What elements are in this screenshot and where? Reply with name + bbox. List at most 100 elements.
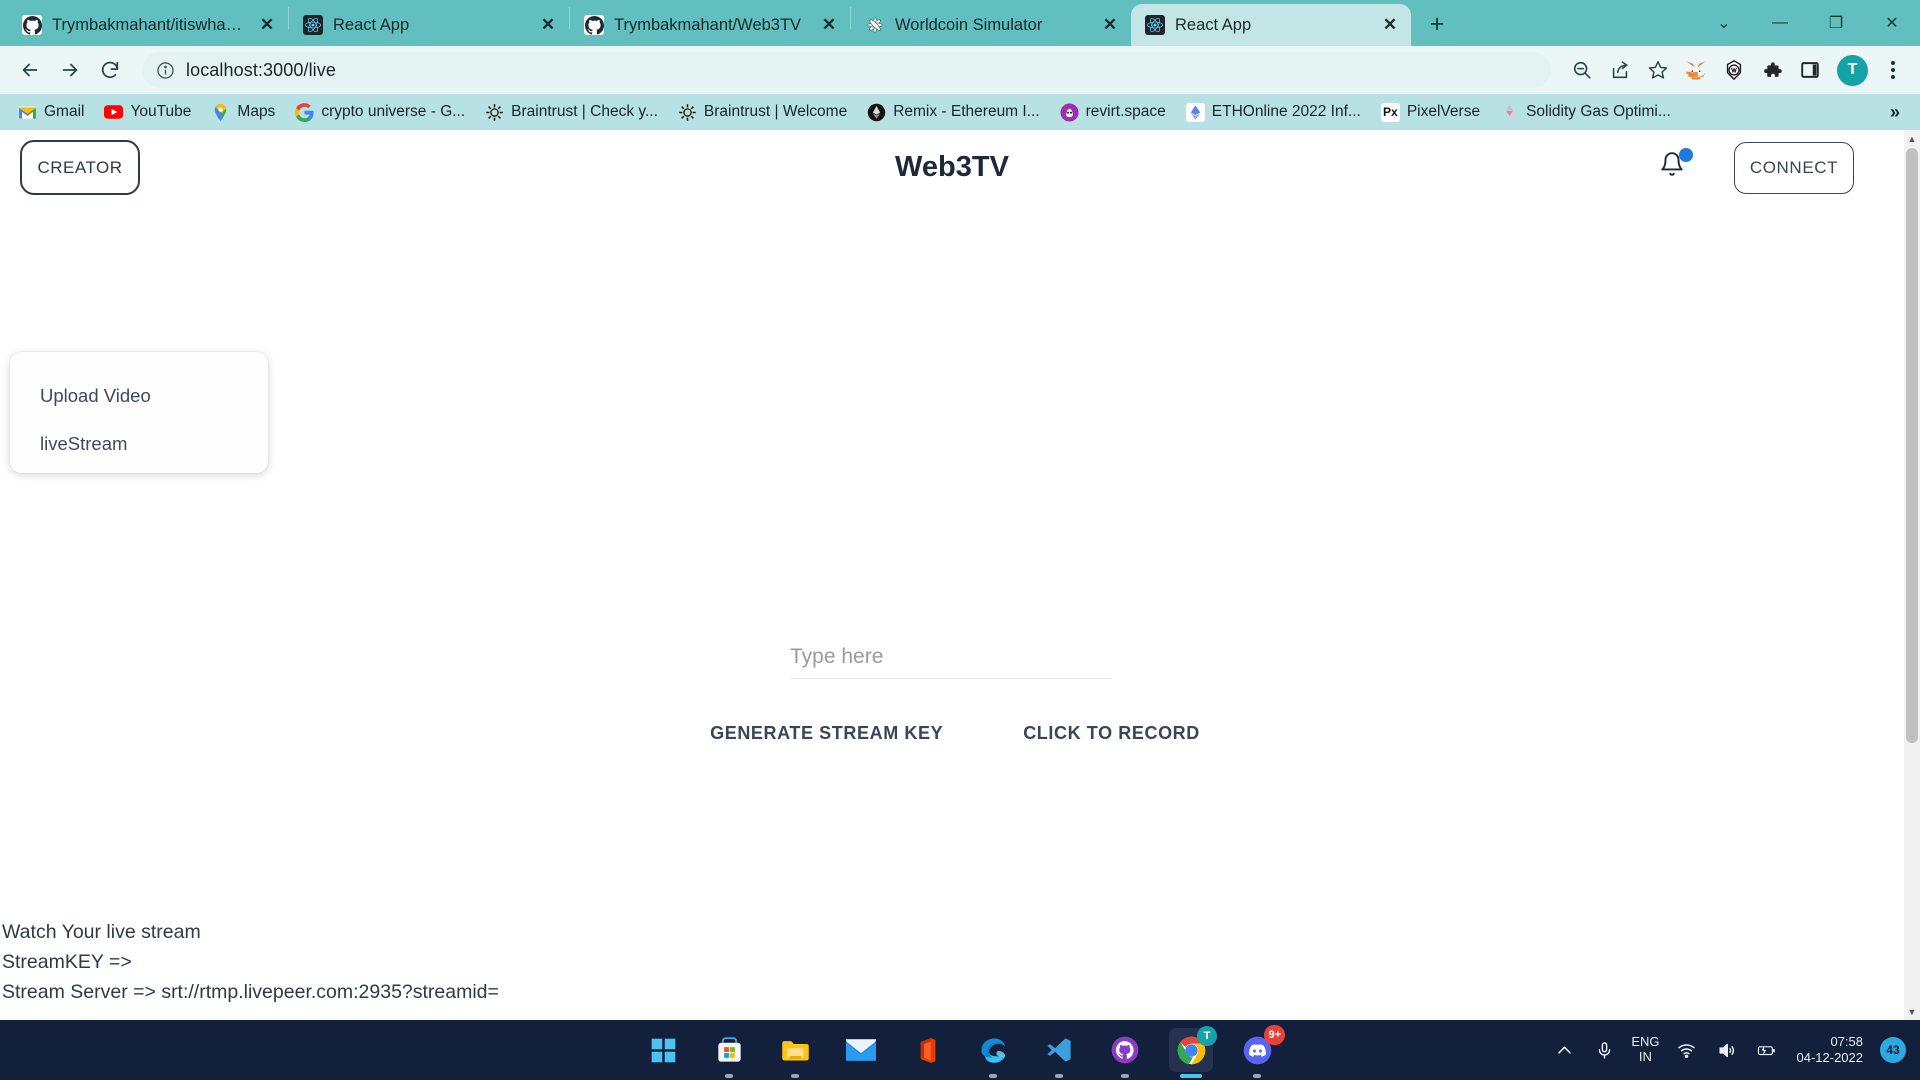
clock[interactable]: 07:58 04-12-2022: [1797, 1034, 1864, 1067]
worldcoin-ext-icon[interactable]: [1717, 53, 1751, 87]
browser-tab[interactable]: Trymbakmahant/itiswhatitis ✕: [8, 4, 288, 46]
forward-arrow-icon[interactable]: [52, 52, 88, 88]
kebab-menu-icon[interactable]: [1878, 61, 1908, 79]
microsoft-store-icon[interactable]: [707, 1028, 751, 1078]
stream-server-text: Stream Server => srt://rtmp.livepeer.com…: [2, 981, 499, 1004]
bookmark-item[interactable]: Braintrust | Welcome: [670, 100, 855, 125]
bookmark-label: Solidity Gas Optimi...: [1526, 103, 1671, 120]
bookmark-item[interactable]: YouTube: [96, 100, 199, 125]
bookmark-item[interactable]: Braintrust | Check y...: [477, 100, 666, 125]
stream-key-text: StreamKEY =>: [2, 951, 132, 974]
mail-icon[interactable]: [839, 1028, 883, 1072]
browser-tab[interactable]: React App ✕: [289, 4, 569, 46]
address-bar[interactable]: localhost:3000/live: [142, 52, 1551, 88]
bookmark-item[interactable]: Remix - Ethereum I...: [859, 100, 1047, 125]
notifications-button[interactable]: [1659, 147, 1693, 185]
bookmark-item[interactable]: Solidity Gas Optimi...: [1492, 100, 1679, 125]
language-indicator[interactable]: ENG IN: [1631, 1034, 1660, 1065]
active-indicator: [1180, 1074, 1202, 1078]
bookmark-label: crypto universe - G...: [321, 103, 466, 120]
tab-strip: Trymbakmahant/itiswhatitis ✕ React App ✕…: [0, 0, 1920, 46]
github-icon: [22, 15, 42, 35]
clock-date: 04-12-2022: [1796, 1050, 1864, 1065]
running-indicator: [1055, 1074, 1063, 1078]
metamask-icon[interactable]: [1679, 53, 1713, 87]
scroll-down-arrow-icon[interactable]: ▼: [1904, 1003, 1920, 1020]
bookmark-label: ETHOnline 2022 Inf...: [1211, 103, 1361, 120]
revirt-icon: [1060, 102, 1079, 122]
github-icon: [584, 15, 604, 35]
click-to-record-button[interactable]: CLICK TO RECORD: [1013, 715, 1210, 752]
close-icon[interactable]: ✕: [256, 14, 278, 36]
chevron-up-icon[interactable]: [1551, 1037, 1578, 1064]
running-indicator: [1253, 1074, 1261, 1078]
browser-tab[interactable]: Trymbakmahant/Web3TV ✕: [570, 4, 850, 46]
close-window-icon[interactable]: ✕: [1864, 0, 1920, 46]
profile-avatar[interactable]: T: [1837, 54, 1868, 86]
file-explorer-icon[interactable]: [773, 1028, 817, 1078]
bookmark-item[interactable]: Px PixelVerse: [1373, 100, 1488, 125]
reload-icon[interactable]: [92, 52, 128, 88]
close-icon[interactable]: ✕: [1099, 14, 1121, 36]
bookmark-item[interactable]: revirt.space: [1052, 100, 1174, 125]
office-icon[interactable]: [905, 1028, 949, 1072]
edge-icon[interactable]: [971, 1028, 1015, 1078]
close-icon[interactable]: ✕: [818, 14, 840, 36]
browser-tab[interactable]: Worldcoin Simulator ✕: [851, 4, 1131, 46]
url-text: localhost:3000/live: [186, 59, 336, 80]
bookmark-item[interactable]: ETHOnline 2022 Inf...: [1178, 100, 1369, 125]
battery-charging-icon[interactable]: [1753, 1037, 1780, 1064]
wifi-icon[interactable]: [1673, 1037, 1700, 1064]
notification-count-badge[interactable]: 43: [1880, 1037, 1906, 1063]
minimize-icon[interactable]: —: [1752, 0, 1808, 46]
menu-item-upload-video[interactable]: Upload Video: [10, 372, 268, 420]
info-icon[interactable]: [156, 61, 175, 80]
restore-down-icon[interactable]: ⌄: [1696, 0, 1752, 46]
menu-item-livestream[interactable]: liveStream: [10, 420, 268, 468]
maximize-icon[interactable]: ❐: [1808, 0, 1864, 46]
discord-icon[interactable]: 9+: [1235, 1025, 1285, 1078]
watch-live-stream-heading: Watch Your live stream: [2, 921, 201, 944]
language-primary: ENG: [1631, 1034, 1660, 1050]
share-icon[interactable]: [1603, 53, 1637, 87]
puzzle-icon[interactable]: [1755, 53, 1789, 87]
scrollbar-thumb[interactable]: [1906, 148, 1918, 743]
language-secondary: IN: [1638, 1049, 1652, 1064]
bookmark-item[interactable]: Gmail: [10, 100, 92, 125]
braintrust-icon: [485, 103, 504, 122]
start-windows-icon[interactable]: [641, 1028, 685, 1072]
bookmark-item[interactable]: Maps: [203, 100, 283, 125]
github-desktop-icon[interactable]: [1103, 1028, 1147, 1078]
creator-button[interactable]: CREATOR: [20, 140, 140, 195]
stream-info-panel: Watch Your live stream StreamKEY => Stre…: [0, 918, 1904, 1008]
browser-toolbar: localhost:3000/live T: [0, 46, 1920, 94]
chrome-icon[interactable]: T: [1169, 1026, 1217, 1078]
new-tab-button[interactable]: +: [1419, 6, 1455, 42]
back-arrow-icon[interactable]: [12, 52, 48, 88]
close-icon[interactable]: ✕: [537, 14, 559, 36]
vscode-icon[interactable]: [1037, 1028, 1081, 1078]
close-icon[interactable]: ✕: [1379, 14, 1401, 36]
stream-name-input[interactable]: [790, 635, 1112, 679]
running-indicator: [1121, 1074, 1129, 1078]
zoom-out-icon[interactable]: [1565, 53, 1599, 87]
bookmark-item[interactable]: crypto universe - G...: [287, 100, 473, 125]
page-title: Web3TV: [895, 151, 1009, 183]
bookmarks-overflow-button[interactable]: »: [1880, 102, 1910, 123]
star-icon[interactable]: [1641, 53, 1675, 87]
running-indicator: [725, 1074, 733, 1078]
scroll-up-arrow-icon[interactable]: ▲: [1904, 130, 1920, 147]
sidepanel-icon[interactable]: [1793, 53, 1827, 87]
browser-tab-active[interactable]: React App ✕: [1131, 4, 1411, 46]
tab-title: React App: [1175, 15, 1252, 34]
tab-title: Trymbakmahant/itiswhatitis: [52, 15, 246, 34]
generate-stream-key-button[interactable]: GENERATE STREAM KEY: [700, 715, 953, 752]
page-scrollbar[interactable]: ▲ ▼: [1904, 130, 1920, 1020]
speaker-icon[interactable]: [1713, 1037, 1740, 1064]
connect-wallet-button[interactable]: CONNECT: [1734, 141, 1854, 194]
bookmark-label: PixelVerse: [1406, 103, 1481, 120]
taskbar-apps: T 9+: [641, 1025, 1285, 1078]
browser-window: Trymbakmahant/itiswhatitis ✕ React App ✕…: [0, 0, 1920, 1020]
pixelverse-icon: Px: [1380, 102, 1400, 122]
microphone-icon[interactable]: [1591, 1037, 1618, 1064]
